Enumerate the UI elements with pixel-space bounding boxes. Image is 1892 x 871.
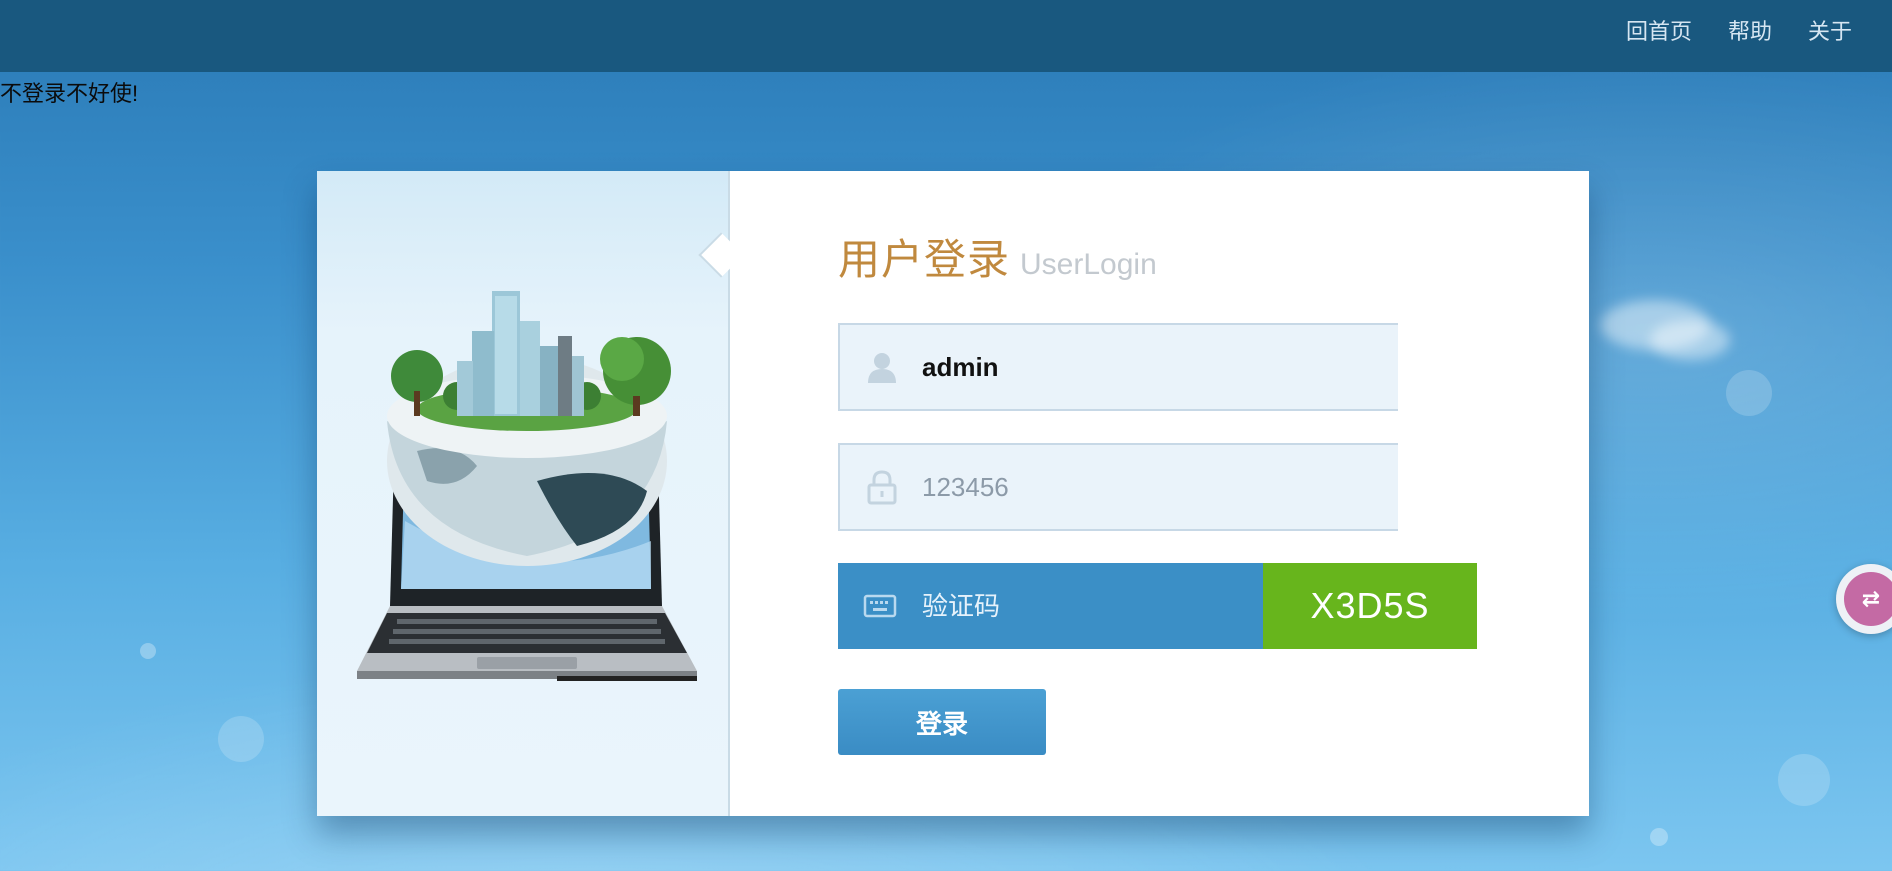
captcha-image[interactable]: X3D5S [1263,563,1477,649]
login-required-notice: 不登录不好使! [0,81,139,106]
title-english: UserLogin [1020,248,1157,281]
top-bar: 回首页 帮助 关于 [0,0,1892,72]
nav-about-link[interactable]: 关于 [1808,14,1852,46]
background-bokeh [140,643,156,659]
background-bokeh [1778,754,1830,806]
captcha-input[interactable] [920,589,1244,623]
user-icon [868,353,896,383]
top-nav: 回首页 帮助 关于 [1626,0,1852,60]
password-input[interactable] [922,471,1362,503]
password-field [838,443,1398,531]
captcha-field [838,563,1263,649]
background-cloud [1650,320,1730,360]
username-input[interactable] [922,351,1362,383]
translate-widget[interactable]: ⇄ [1836,564,1892,634]
keyboard-icon [863,594,897,618]
background-bokeh [1726,370,1772,416]
username-field [838,323,1398,411]
nav-help-link[interactable]: 帮助 [1728,14,1772,46]
login-button[interactable]: 登录 [838,689,1046,755]
login-card: 用户登录 UserLogin admin 验证码 X3D5S 登录 [317,171,1589,816]
nav-home-link[interactable]: 回首页 [1626,14,1692,46]
background-bokeh [1650,828,1668,846]
title-chinese: 用户登录 [838,236,1011,283]
captcha-row: X3D5S [838,563,1478,649]
translate-icon: ⇄ [1844,572,1892,626]
lock-icon [867,470,897,505]
laptop-globe-illustration [357,291,697,681]
background-bokeh [218,716,264,762]
login-title: 用户登录 UserLogin [838,226,1157,287]
illustration-panel [317,171,730,816]
